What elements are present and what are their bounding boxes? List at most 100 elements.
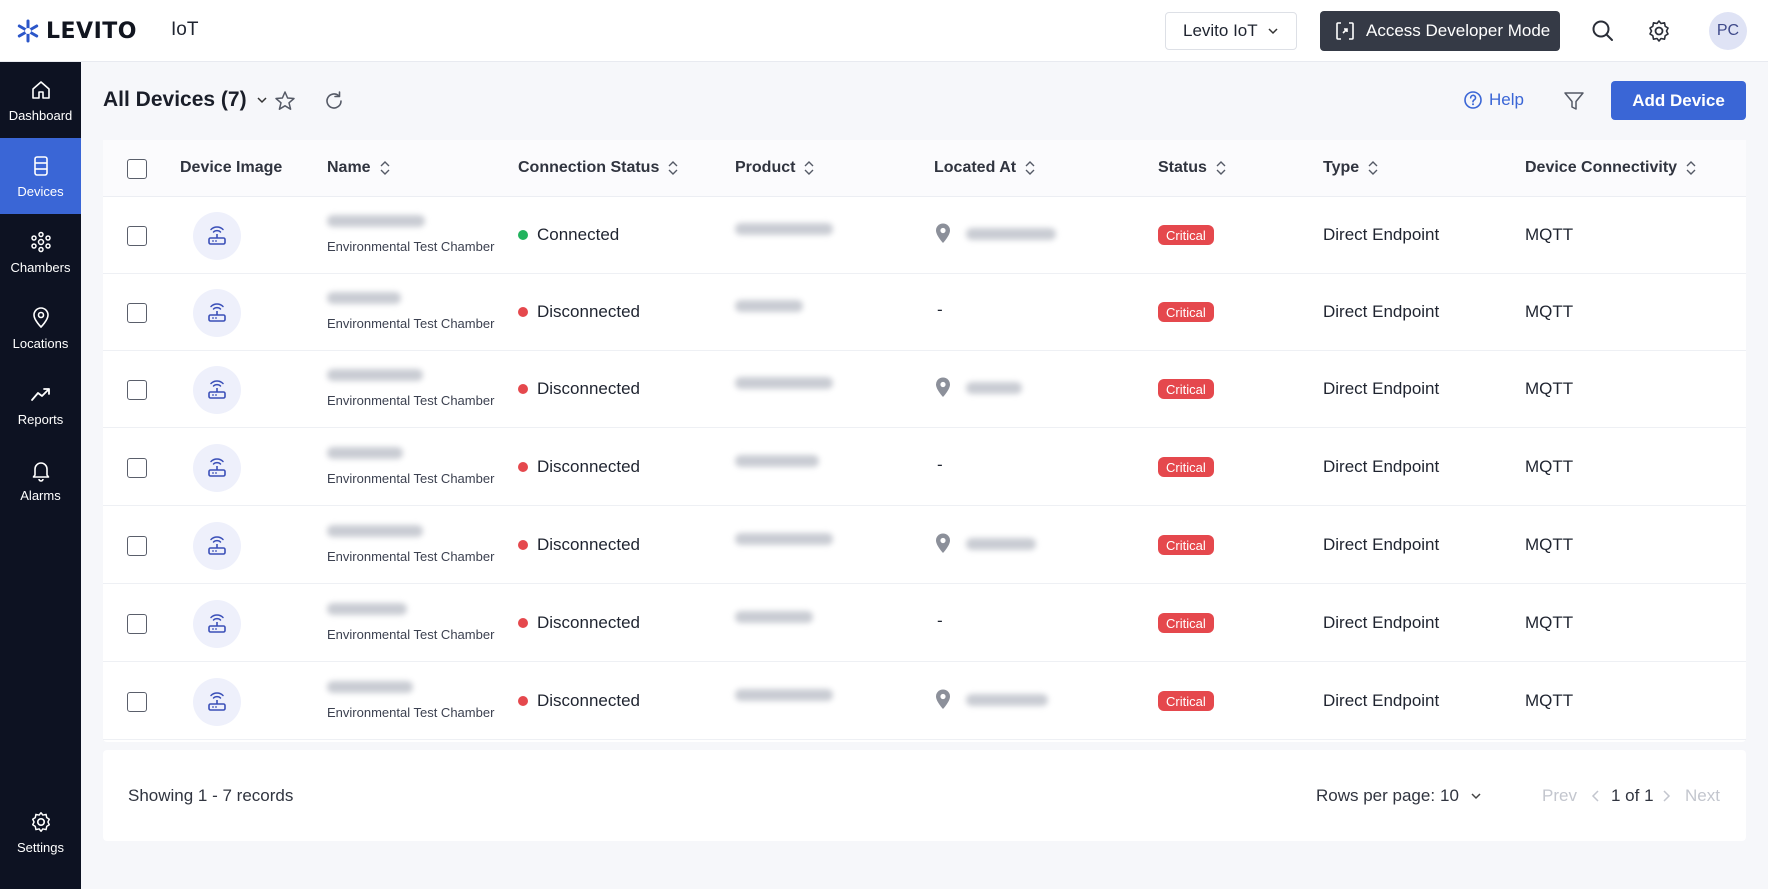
view-selector[interactable]: All Devices (7): [103, 88, 269, 112]
device-name-redacted[interactable]: [327, 603, 407, 615]
column-header-label: Connection Status: [518, 159, 660, 176]
row-checkbox[interactable]: [127, 536, 147, 556]
next-label: Next: [1685, 786, 1720, 805]
levito-logo[interactable]: LEVITO: [16, 16, 137, 46]
add-device-button[interactable]: Add Device: [1611, 81, 1746, 120]
device-connectivity: MQTT: [1525, 535, 1574, 554]
router-icon: [208, 692, 226, 711]
location-value: -: [937, 611, 943, 630]
developer-mode-label: Access Developer Mode: [1366, 21, 1551, 40]
device-image: [193, 678, 241, 726]
connection-status: Disconnected: [518, 457, 640, 477]
status-badge: Critical: [1158, 535, 1214, 555]
product-redacted[interactable]: [735, 300, 803, 312]
device-connectivity: MQTT: [1525, 302, 1574, 321]
product-redacted[interactable]: [735, 533, 833, 545]
user-avatar[interactable]: PC: [1709, 12, 1747, 50]
device-subtitle: Environmental Test Chamber: [327, 627, 495, 642]
row-checkbox[interactable]: [127, 614, 147, 634]
status-dot: [518, 618, 528, 628]
column-header[interactable]: Type: [1323, 159, 1379, 177]
device-name-redacted[interactable]: [327, 525, 423, 537]
device-name-redacted[interactable]: [327, 369, 423, 381]
sidebar-item-chambers[interactable]: Chambers: [0, 214, 81, 290]
product-redacted[interactable]: [735, 611, 813, 623]
device-name-redacted[interactable]: [327, 292, 401, 304]
column-header[interactable]: Located At: [934, 159, 1036, 177]
column-header[interactable]: Name: [327, 159, 391, 177]
connection-status-label: Disconnected: [537, 613, 641, 632]
column-header: Device Image: [180, 159, 282, 177]
logo-text: LEVITO: [46, 18, 137, 44]
row-checkbox[interactable]: [127, 380, 147, 400]
connection-status-label: Disconnected: [537, 379, 641, 398]
filter-icon[interactable]: [1562, 89, 1586, 113]
device-name-redacted[interactable]: [327, 215, 425, 227]
device-name-redacted[interactable]: [327, 447, 403, 459]
device-image: [193, 212, 241, 260]
device-type: Direct Endpoint: [1323, 457, 1440, 476]
router-icon: [208, 614, 226, 633]
connection-status: Disconnected: [518, 691, 640, 711]
sidebar-item-reports[interactable]: Reports: [0, 366, 81, 442]
table-row[interactable]: Environmental Test Chamber Disconnected …: [103, 274, 1746, 351]
column-header[interactable]: Product: [735, 159, 815, 177]
help-link[interactable]: Help: [1463, 90, 1524, 110]
device-image: [193, 289, 241, 337]
bell-icon: [32, 461, 49, 482]
rows-per-page-select[interactable]: 10: [1440, 786, 1483, 806]
search-icon[interactable]: [1590, 18, 1616, 44]
row-checkbox[interactable]: [127, 303, 147, 323]
status-dot: [518, 230, 528, 240]
device-subtitle: Environmental Test Chamber: [327, 705, 495, 720]
device-name-redacted[interactable]: [327, 681, 413, 693]
table-row[interactable]: Environmental Test Chamber Connected Cri…: [103, 197, 1746, 274]
access-developer-mode-button[interactable]: Access Developer Mode: [1320, 11, 1560, 51]
next-page-button[interactable]: Next: [1661, 786, 1720, 806]
device-connectivity: MQTT: [1525, 225, 1574, 244]
product-redacted[interactable]: [735, 455, 819, 467]
select-all-checkbox[interactable]: [127, 159, 147, 179]
org-select[interactable]: Levito IoT: [1165, 12, 1297, 50]
row-checkbox[interactable]: [127, 458, 147, 478]
device-type: Direct Endpoint: [1323, 613, 1440, 632]
table-row[interactable]: Environmental Test Chamber Disconnected …: [103, 507, 1746, 584]
sidebar-item-settings[interactable]: Settings: [0, 794, 81, 870]
location-redacted: [966, 228, 1056, 240]
gear-icon[interactable]: [1646, 18, 1672, 44]
location-pin-icon: [32, 306, 49, 328]
sidebar-item-dashboard[interactable]: Dashboard: [0, 62, 81, 138]
prev-page-button[interactable]: Prev: [1542, 786, 1601, 806]
location-value: -: [937, 455, 943, 474]
home-icon: [31, 80, 50, 99]
row-checkbox[interactable]: [127, 226, 147, 246]
app-name: IoT: [171, 19, 199, 40]
row-checkbox[interactable]: [127, 692, 147, 712]
table-row[interactable]: Environmental Test Chamber Disconnected …: [103, 429, 1746, 506]
product-redacted[interactable]: [735, 689, 833, 701]
sidebar-item-label: Devices: [17, 183, 64, 199]
column-header[interactable]: Device Connectivity: [1525, 159, 1697, 177]
table-row[interactable]: Environmental Test Chamber Disconnected …: [103, 585, 1746, 662]
levito-logo-icon: [17, 19, 39, 43]
sort-icon: [1686, 161, 1696, 175]
column-header-label: Status: [1158, 159, 1207, 176]
table-row[interactable]: Environmental Test Chamber Disconnected …: [103, 663, 1746, 740]
column-header[interactable]: Connection Status: [518, 159, 679, 177]
sidebar-item-devices[interactable]: Devices: [0, 138, 81, 214]
sidebar-item-locations[interactable]: Locations: [0, 290, 81, 366]
refresh-icon[interactable]: [322, 89, 346, 113]
router-icon: [208, 226, 226, 245]
device-image: [193, 444, 241, 492]
location-pin-icon: [936, 533, 950, 553]
product-redacted[interactable]: [735, 377, 833, 389]
star-icon[interactable]: [273, 89, 297, 113]
product-redacted[interactable]: [735, 223, 833, 235]
sidebar-item-alarms[interactable]: Alarms: [0, 442, 81, 518]
sidebar-item-label: Locations: [12, 335, 69, 351]
device-subtitle: Environmental Test Chamber: [327, 316, 495, 331]
location-redacted: [966, 382, 1022, 394]
column-header[interactable]: Status: [1158, 159, 1227, 177]
status-badge: Critical: [1158, 302, 1214, 322]
table-row[interactable]: Environmental Test Chamber Disconnected …: [103, 351, 1746, 428]
